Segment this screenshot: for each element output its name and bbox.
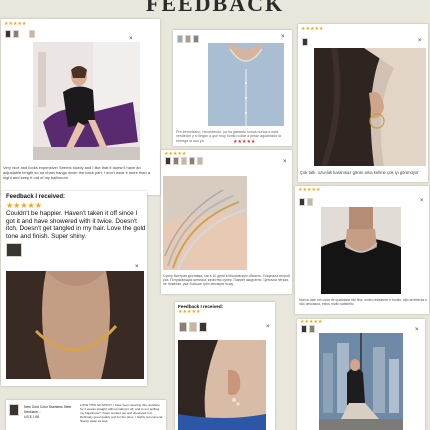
close-icon[interactable]: × [129, 36, 133, 42]
review-photo-woman-city-window[interactable] [319, 333, 403, 430]
review-card-9: New Gold Color Stainless Steel Necklace.… [6, 400, 166, 430]
review-card-4: ★★★★★ × Супер быстрая доставка, так в 10… [161, 150, 292, 294]
close-icon[interactable]: × [135, 264, 139, 270]
close-icon[interactable]: × [415, 327, 419, 333]
review-thumbnails [179, 322, 207, 332]
thumbnail[interactable] [177, 35, 183, 43]
review-card-2: × Pre-bemolzaho, recomiendo, ya ha gasta… [173, 30, 292, 146]
review-card-6: ★★★★★ × Nunca usei um colar de qualidade… [295, 186, 429, 314]
review-text: Супер быстрая доставка, так в 10 дней в … [163, 274, 290, 287]
thumbnail[interactable] [9, 404, 19, 416]
review-text: Couldn't be happier. Haven't taken it of… [6, 210, 146, 240]
thumbnail[interactable] [165, 157, 171, 165]
review-photo-ear-hoop[interactable] [314, 48, 426, 166]
review-text: Nunca usei um colar de qualidade tão fin… [299, 298, 427, 307]
thumbnail[interactable] [179, 322, 187, 332]
review-photo-necklace-blue-shirt[interactable] [208, 43, 284, 126]
star-rating: ★★★★★ [301, 26, 324, 32]
review-photo-gold-herringbone-necklace[interactable] [6, 271, 144, 379]
feedback-heading: Feedback I received: [6, 194, 66, 200]
thumbnail[interactable] [199, 322, 207, 332]
thumbnail[interactable] [299, 198, 305, 206]
review-thumbnails [299, 198, 313, 206]
thumbnail[interactable] [6, 243, 22, 257]
review-thumbnails [6, 243, 22, 257]
thumbnail[interactable] [301, 325, 307, 333]
review-photo-necklaces-in-hand[interactable] [163, 176, 247, 270]
close-icon[interactable]: × [420, 198, 424, 204]
thumbnail[interactable] [307, 198, 313, 206]
review-card-8: ★★★★★ × [297, 319, 425, 430]
review-card-3: ★★★★★ × Çok tatlı. uzunluk karamsaz görü… [298, 24, 428, 182]
thumbnail[interactable] [189, 157, 195, 165]
thumbnail[interactable] [309, 325, 315, 333]
review-photo-ear-earrings[interactable] [178, 340, 266, 430]
close-icon[interactable]: × [281, 34, 285, 40]
star-rating: ★★★★★ [6, 201, 42, 210]
close-icon[interactable]: × [283, 159, 287, 165]
product-thumbnail [9, 404, 19, 416]
thumbnail[interactable] [189, 322, 197, 332]
review-photo-man-chain[interactable] [321, 207, 401, 294]
review-thumbnails [5, 30, 35, 38]
review-thumbnails [301, 325, 315, 333]
thumbnail[interactable] [302, 38, 308, 46]
product-price: US $ 1.66 [24, 415, 40, 419]
star-rating: ★★★★★ [233, 139, 256, 145]
page-title: FEEDBACK [145, 0, 285, 16]
review-text: Çok tatlı. uzunluk karamsaz görün ama ke… [300, 170, 419, 175]
review-photo-woman-on-chair[interactable] [33, 42, 140, 160]
thumbnail[interactable] [29, 30, 35, 38]
review-text: LOVE THIS SO MUCH. I have been wearing t… [80, 403, 164, 423]
thumbnail[interactable] [181, 157, 187, 165]
star-rating: ★★★★★ [298, 187, 321, 193]
review-thumbnails [177, 35, 199, 43]
thumbnail[interactable] [13, 30, 19, 38]
product-title[interactable]: New Gold Color Stainless Steel Necklace.… [24, 405, 76, 415]
star-rating: ★★★★★ [178, 309, 201, 315]
review-text: Very nice and looks expensive! Seems stu… [3, 165, 151, 180]
review-thumbnails [302, 38, 308, 46]
review-card-7: Feedback I received: ★★★★★ × [175, 302, 275, 430]
close-icon[interactable]: × [418, 38, 422, 44]
review-card-5: Feedback I received: ★★★★★ Couldn't be h… [1, 191, 147, 386]
close-icon[interactable]: × [266, 324, 270, 330]
thumbnail[interactable] [197, 157, 203, 165]
thumbnail[interactable] [173, 157, 179, 165]
star-rating: ★★★★★ [4, 21, 27, 27]
review-card-1: ★★★★★ × Very nice and looks expensive! S… [1, 19, 160, 195]
thumbnail[interactable] [5, 30, 11, 38]
review-thumbnails [165, 157, 203, 165]
thumbnail[interactable] [185, 35, 191, 43]
thumbnail[interactable] [193, 35, 199, 43]
